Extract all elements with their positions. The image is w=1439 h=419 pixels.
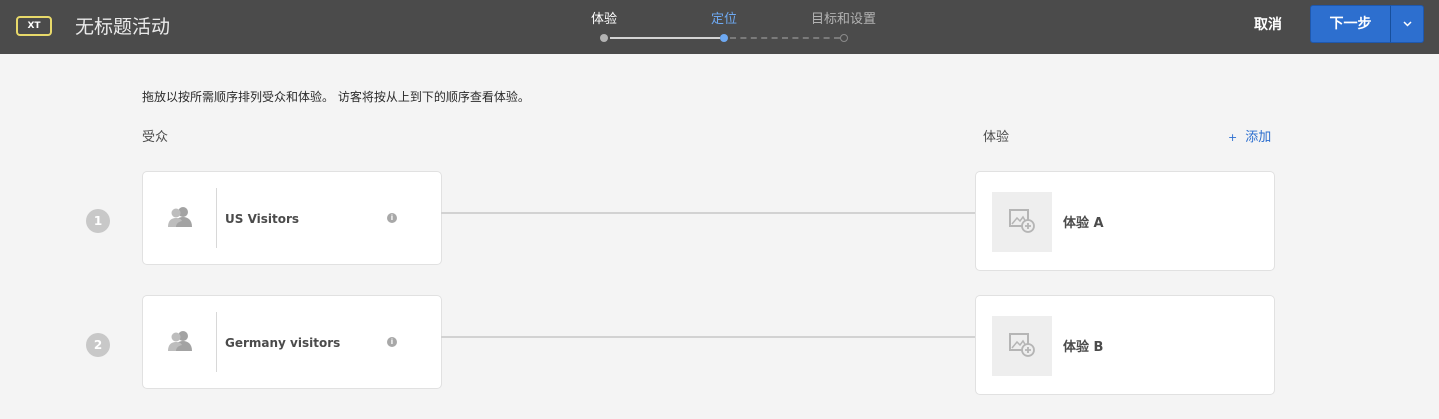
experience-name: 体验 B — [1063, 340, 1104, 355]
info-icon[interactable]: i — [387, 213, 397, 223]
audience-column-header: 受众 — [142, 130, 169, 145]
audience-name: US Visitors — [225, 212, 300, 226]
step-targeting[interactable]: 定位 — [711, 11, 737, 29]
step-dot-targeting[interactable] — [720, 34, 728, 42]
add-image-icon — [1009, 333, 1035, 357]
progress-track-remaining — [730, 37, 840, 39]
audience-name: Germany visitors — [225, 336, 341, 350]
audience-people-icon — [168, 331, 192, 351]
row-number-1: 1 — [86, 209, 110, 233]
step-dot-experiences[interactable] — [600, 34, 608, 42]
progress-track-completed — [610, 37, 720, 39]
top-bar: XT 无标题活动 体验 定位 目标和设置 取消 下一步 — [0, 0, 1439, 54]
instructions-text: 拖放以按所需顺序排列受众和体验。 访客将按从上到下的顺序查看体验。 — [142, 90, 530, 104]
step-goals-settings[interactable]: 目标和设置 — [811, 11, 876, 29]
add-label: 添加 — [1245, 130, 1272, 145]
connector-line-2 — [441, 336, 976, 338]
next-button[interactable]: 下一步 — [1310, 5, 1391, 43]
card-divider — [216, 188, 217, 248]
step-experiences[interactable]: 体验 — [591, 11, 617, 29]
audience-people-icon — [168, 207, 192, 227]
card-divider — [216, 312, 217, 372]
next-options-dropdown[interactable] — [1390, 5, 1424, 43]
activity-type-badge: XT — [16, 16, 52, 36]
info-icon[interactable]: i — [387, 337, 397, 347]
experience-thumbnail — [992, 316, 1052, 376]
experience-thumbnail — [992, 192, 1052, 252]
add-experience-link[interactable]: + 添加 — [1228, 129, 1271, 147]
row-number-2: 2 — [86, 333, 110, 357]
experience-name: 体验 A — [1063, 216, 1104, 231]
step-dot-goals-settings[interactable] — [840, 34, 848, 42]
activity-title[interactable]: 无标题活动 — [75, 14, 170, 40]
audience-card-1[interactable]: US Visitors i — [142, 171, 442, 265]
cancel-button[interactable]: 取消 — [1245, 12, 1291, 38]
experience-card-2[interactable]: 体验 B — [975, 295, 1275, 395]
experience-card-1[interactable]: 体验 A — [975, 171, 1275, 271]
experience-column-header: 体验 — [983, 130, 1010, 145]
add-image-icon — [1009, 209, 1035, 233]
connector-line-1 — [441, 212, 976, 214]
audience-card-2[interactable]: Germany visitors i — [142, 295, 442, 389]
chevron-down-icon — [1403, 21, 1412, 27]
plus-icon: + — [1228, 131, 1238, 144]
